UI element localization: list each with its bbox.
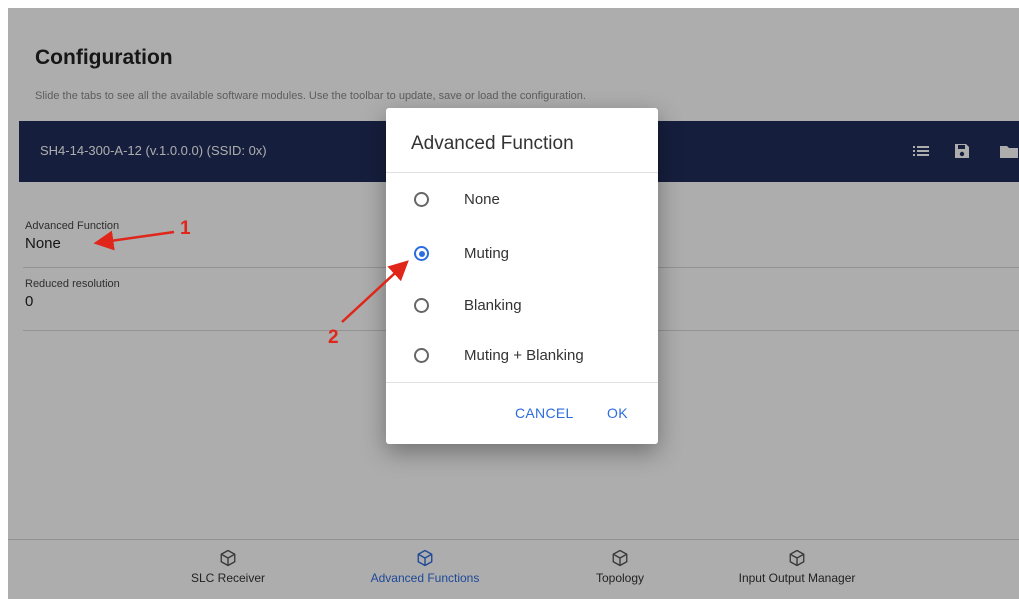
option-label: Blanking — [464, 297, 522, 314]
dialog-divider — [386, 172, 658, 173]
radio-muting[interactable] — [414, 246, 429, 261]
radio-blanking[interactable] — [414, 298, 429, 313]
option-label: Muting — [464, 245, 510, 262]
option-label: Muting + Blanking — [464, 347, 584, 364]
option-muting-blanking[interactable]: Muting + Blanking — [386, 347, 658, 396]
option-blanking[interactable]: Blanking — [386, 297, 658, 346]
option-muting[interactable]: Muting — [386, 245, 658, 294]
option-label: None — [464, 191, 500, 208]
radio-muting-blanking[interactable] — [414, 348, 429, 363]
dialog-divider — [386, 382, 658, 383]
advanced-function-dialog: Advanced Function None Muting Blanking M… — [386, 108, 658, 444]
radio-none[interactable] — [414, 192, 429, 207]
ok-button[interactable]: OK — [607, 405, 628, 421]
cancel-button[interactable]: CANCEL — [515, 405, 574, 421]
option-none[interactable]: None — [386, 191, 658, 240]
dialog-title: Advanced Function — [411, 133, 574, 154]
